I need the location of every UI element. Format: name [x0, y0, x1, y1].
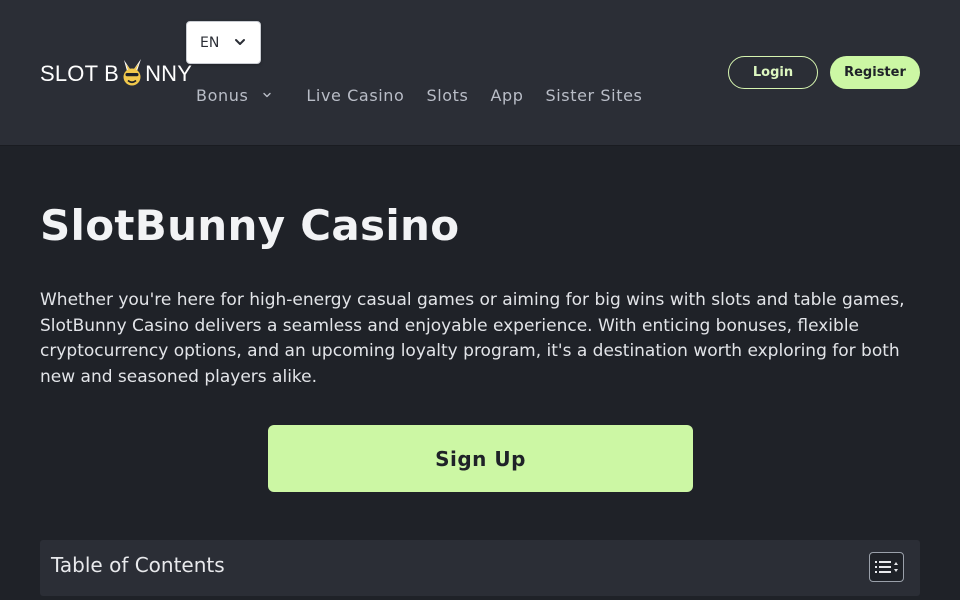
nav-item-label: Bonus — [196, 85, 249, 105]
nav-item-sister-sites[interactable]: Sister Sites — [546, 86, 643, 105]
nav-item-live-casino[interactable]: Live Casino — [306, 86, 404, 105]
nav-item-label: Sister Sites — [545, 85, 643, 105]
intro-paragraph: Whether you're here for high-energy casu… — [40, 290, 905, 388]
main-nav: Bonus Live Casino Slots App Sister Sites — [196, 84, 642, 106]
page-title: SlotBunny Casino — [40, 201, 460, 250]
sign-up-button[interactable]: Sign Up — [268, 425, 693, 492]
nav-item-label: Slots — [426, 85, 469, 105]
language-select[interactable]: EN — [186, 21, 261, 64]
site-logo[interactable]: SLOT B NNY — [40, 54, 192, 94]
nav-item-label: Live Casino — [306, 85, 405, 105]
login-button[interactable]: Login — [728, 56, 818, 89]
nav-item-slots[interactable]: Slots — [426, 86, 468, 105]
table-of-contents: Table of Contents — [40, 540, 920, 596]
chevron-down-icon — [263, 92, 272, 98]
nav-item-app[interactable]: App — [490, 86, 523, 105]
logo-text-right: NNY — [145, 61, 193, 86]
toc-title: Table of Contents — [51, 553, 225, 577]
list-toggle-icon — [874, 561, 898, 573]
nav-item-label: App — [490, 85, 524, 105]
language-selected: EN — [200, 34, 220, 51]
register-button[interactable]: Register — [830, 56, 920, 89]
site-header: SLOT B NNY EN Bonus Live Casino Slots Ap… — [0, 0, 960, 146]
toc-toggle-button[interactable] — [869, 552, 904, 582]
logo-text-left: SLOT B — [40, 61, 120, 86]
bunny-head-icon — [123, 59, 142, 86]
nav-item-bonus[interactable]: Bonus — [196, 86, 272, 105]
chevron-down-icon — [235, 39, 245, 45]
